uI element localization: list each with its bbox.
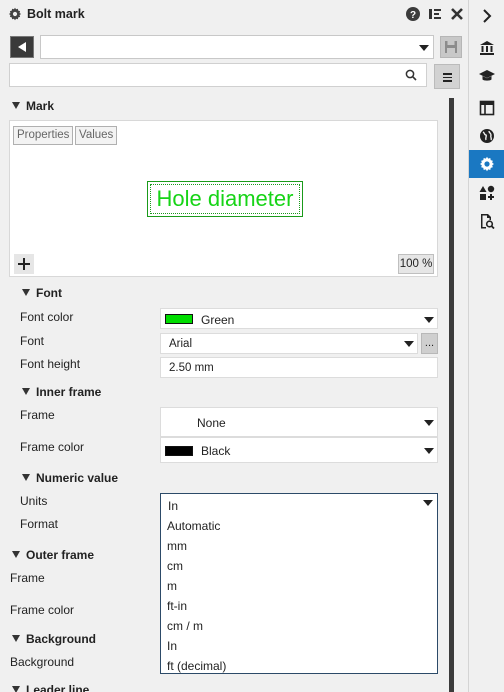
right-sidebar <box>468 0 504 692</box>
close-icon[interactable] <box>449 6 465 22</box>
font-color-select[interactable]: Green <box>160 308 438 329</box>
chevron-down-icon <box>404 341 414 347</box>
sidebar-item-globe[interactable] <box>469 122 504 150</box>
help-icon[interactable]: ? <box>405 6 421 22</box>
units-dropdown[interactable]: In Automatic mm cm m ft-in cm / m In ft … <box>160 493 438 674</box>
expand-triangle-icon <box>22 474 30 481</box>
section-mark[interactable]: Mark <box>12 99 54 113</box>
sidebar-collapse-button[interactable] <box>469 2 504 30</box>
svg-text:?: ? <box>410 10 416 21</box>
mark-element-text: Hole diameter <box>150 184 300 214</box>
expand-triangle-icon <box>22 388 30 395</box>
sidebar-item-layout[interactable] <box>469 94 504 122</box>
menu-button[interactable] <box>434 64 460 89</box>
sidebar-item-shapes[interactable] <box>469 179 504 207</box>
tab-values[interactable]: Values <box>75 126 118 145</box>
units-option[interactable]: In <box>167 639 177 653</box>
file-search-icon <box>481 214 495 229</box>
globe-icon <box>480 129 494 143</box>
save-preset-button[interactable] <box>440 36 462 58</box>
floppy-disk-icon <box>445 41 457 53</box>
mark-element-hole-diameter[interactable]: Hole diameter <box>147 181 303 217</box>
background-label: Background <box>10 655 75 669</box>
font-height-input[interactable]: 2.50 mm <box>160 357 438 378</box>
chevron-down-icon <box>424 448 434 454</box>
font-color-value: Green <box>201 313 235 327</box>
outer-frame-label: Frame <box>10 571 45 585</box>
units-option[interactable]: ft-in <box>167 599 187 613</box>
mark-preview: Properties Values Hole diameter 100 % <box>9 120 438 277</box>
gear-icon <box>8 7 22 21</box>
sidebar-item-file-search[interactable] <box>469 207 504 235</box>
section-leader-line[interactable]: Leader line <box>12 683 89 692</box>
units-option[interactable]: ft (decimal) <box>167 659 226 673</box>
outer-frame-color-label: Frame color <box>10 603 75 617</box>
units-option[interactable]: cm <box>167 559 183 573</box>
units-option[interactable]: mm <box>167 539 187 553</box>
section-outer-frame[interactable]: Outer frame <box>12 548 94 562</box>
chevron-down-icon <box>423 500 433 506</box>
section-font[interactable]: Font <box>22 286 62 300</box>
frame-label: Frame <box>20 408 55 422</box>
panel-scrollbar[interactable] <box>449 98 454 692</box>
units-label: Units <box>20 494 48 508</box>
font-height-label: Font height <box>20 357 81 371</box>
tab-properties[interactable]: Properties <box>13 126 74 145</box>
units-option[interactable]: m <box>167 579 177 593</box>
inner-frame-value: None <box>197 416 226 430</box>
chevron-down-icon <box>419 45 429 51</box>
color-swatch <box>165 446 193 456</box>
color-swatch <box>165 314 193 324</box>
properties-panel: Bolt mark ? Mark Properties Values Hole … <box>0 0 468 692</box>
font-color-label: Font color <box>20 310 74 324</box>
graduation-cap-icon <box>479 70 495 81</box>
frame-color-label: Frame color <box>20 440 85 454</box>
inner-frame-color-value: Black <box>201 444 231 458</box>
font-height-value: 2.50 mm <box>169 362 214 374</box>
search-icon <box>405 69 417 81</box>
sidebar-item-bank[interactable] <box>469 34 504 62</box>
chevron-down-icon <box>424 420 434 426</box>
font-value: Arial <box>169 338 193 350</box>
font-more-button[interactable]: ... <box>421 333 438 354</box>
chevron-right-icon <box>483 9 492 23</box>
bank-icon <box>480 41 494 55</box>
shapes-add-icon <box>479 185 495 200</box>
format-label: Format <box>20 517 59 531</box>
panel-titlebar: Bolt mark ? <box>0 0 468 28</box>
settings-icon <box>480 156 494 172</box>
expand-triangle-icon <box>12 686 20 692</box>
units-option[interactable]: Automatic <box>167 519 220 533</box>
panel-title: Bolt mark <box>27 7 85 21</box>
search-input[interactable] <box>9 63 427 87</box>
units-current-value: In <box>168 499 179 513</box>
section-background[interactable]: Background <box>12 632 96 646</box>
section-numeric-value[interactable]: Numeric value <box>22 471 118 485</box>
zoom-level[interactable]: 100 % <box>398 254 434 274</box>
font-label: Font <box>20 334 45 348</box>
triangle-left-icon <box>18 42 26 52</box>
layout-icon <box>479 100 495 116</box>
sidebar-item-settings[interactable] <box>469 150 504 178</box>
preset-select[interactable] <box>40 35 434 59</box>
font-select[interactable]: Arial <box>160 333 418 354</box>
dock-layout-icon[interactable] <box>427 6 443 22</box>
expand-triangle-icon <box>12 102 20 109</box>
inner-frame-color-select[interactable]: Black <box>160 437 438 463</box>
inner-frame-select[interactable]: None <box>160 407 438 437</box>
section-inner-frame[interactable]: Inner frame <box>22 385 101 399</box>
sidebar-item-learning[interactable] <box>469 62 504 90</box>
back-button[interactable] <box>10 36 34 58</box>
units-option[interactable]: cm / m <box>167 619 203 633</box>
add-element-button[interactable] <box>14 254 34 274</box>
expand-triangle-icon <box>22 289 30 296</box>
expand-triangle-icon <box>12 551 20 558</box>
chevron-down-icon <box>424 317 434 323</box>
expand-triangle-icon <box>12 635 20 642</box>
hamburger-icon <box>443 73 452 75</box>
